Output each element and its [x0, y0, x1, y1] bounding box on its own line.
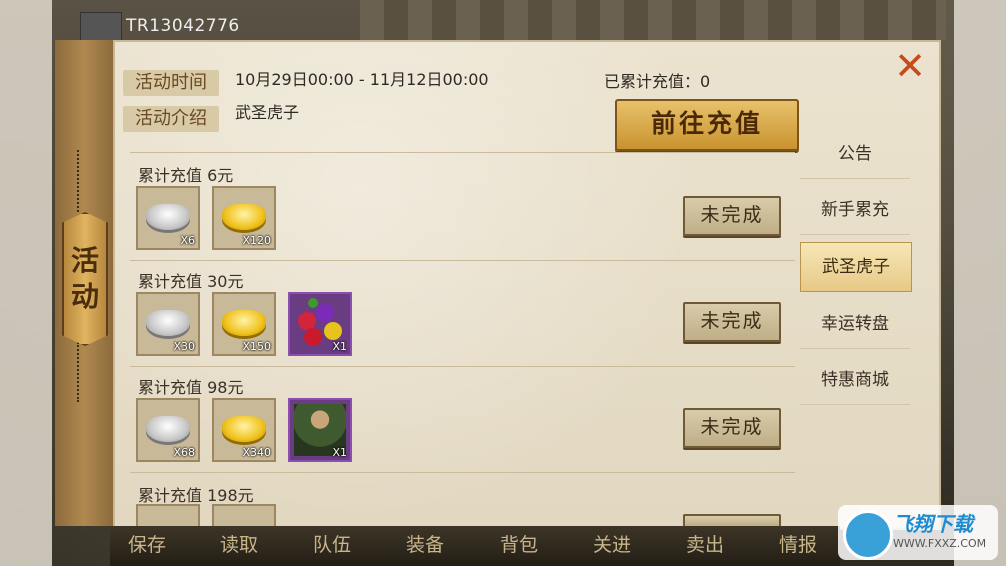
- menu-bag[interactable]: 背包: [500, 530, 538, 557]
- row-title: 累计充值 6元: [138, 166, 234, 185]
- watermark-logo-icon: [843, 510, 893, 560]
- player-avatar[interactable]: [80, 12, 122, 42]
- reward-slot[interactable]: X340: [212, 398, 276, 462]
- reward-slot[interactable]: X30: [136, 292, 200, 356]
- status-button[interactable]: [683, 514, 781, 526]
- menu-intel[interactable]: 情报: [779, 530, 817, 557]
- close-icon[interactable]: ✕: [890, 47, 930, 85]
- chain-bottom: [77, 342, 91, 402]
- reward-slot[interactable]: X6: [136, 186, 200, 250]
- activity-tab-char-1: 活: [70, 244, 99, 277]
- row-divider: [130, 152, 795, 153]
- menu-team[interactable]: 队伍: [313, 530, 351, 557]
- reward-slot[interactable]: X1: [288, 292, 352, 356]
- reward-qty: X30: [173, 340, 195, 353]
- chain-top: [77, 150, 91, 212]
- watermark-url: WWW.FXXZ.COM: [893, 537, 987, 550]
- silver-ingot-icon: [146, 416, 190, 442]
- gold-ingot-icon: [222, 310, 266, 336]
- reward-qty: X1: [332, 340, 347, 353]
- scene-left-edge: [0, 0, 52, 566]
- menu-sell[interactable]: 卖出: [686, 530, 724, 557]
- reward-slot[interactable]: [136, 504, 200, 526]
- reward-slot[interactable]: X120: [212, 186, 276, 250]
- go-recharge-button[interactable]: 前往充值: [615, 99, 799, 151]
- reward-qty: X340: [242, 446, 271, 459]
- reward-qty: X120: [242, 234, 271, 247]
- incomplete-button[interactable]: 未完成: [683, 196, 781, 236]
- row-divider: [130, 472, 795, 473]
- reward-qty: X150: [242, 340, 271, 353]
- player-id: TR13042776: [126, 16, 240, 36]
- activity-intro-value: 武圣虎子: [235, 103, 300, 122]
- row-divider: [130, 366, 795, 367]
- nav-special-shop[interactable]: 特惠商城: [800, 356, 910, 405]
- activity-time-label: 活动时间: [123, 70, 219, 96]
- accumulated-recharge: 已累计充值：0: [604, 72, 711, 91]
- incomplete-button[interactable]: 未完成: [683, 302, 781, 342]
- silver-ingot-icon: [146, 204, 190, 230]
- nav-lucky-wheel[interactable]: 幸运转盘: [800, 300, 910, 349]
- reward-slot[interactable]: [212, 504, 276, 526]
- silver-ingot-icon: [146, 310, 190, 336]
- scene-roof: [360, 0, 946, 40]
- row-title: 累计充值 30元: [138, 272, 244, 291]
- nav-wusheng-huzi[interactable]: 武圣虎子: [800, 242, 912, 292]
- activity-tab-char-2: 动: [70, 280, 99, 313]
- reward-qty: X68: [173, 446, 195, 459]
- incomplete-button[interactable]: 未完成: [683, 408, 781, 448]
- activity-time-value: 10月29日00:00 - 11月12日00:00: [235, 70, 489, 89]
- reward-slot[interactable]: X1: [288, 398, 352, 462]
- row-divider: [130, 260, 795, 261]
- activity-intro-label: 活动介绍: [123, 106, 219, 132]
- gold-ingot-icon: [222, 204, 266, 230]
- reward-qty: X1: [332, 446, 347, 459]
- menu-load[interactable]: 读取: [220, 530, 258, 557]
- reward-slot[interactable]: X68: [136, 398, 200, 462]
- menu-save[interactable]: 保存: [128, 530, 166, 557]
- watermark-title: 飞翔下载: [893, 512, 973, 536]
- nav-newbie-recharge[interactable]: 新手累充: [800, 186, 910, 235]
- menu-enter[interactable]: 关进: [593, 530, 631, 557]
- reward-slot[interactable]: X150: [212, 292, 276, 356]
- row-title: 累计充值 98元: [138, 378, 244, 397]
- menu-equipment[interactable]: 装备: [406, 530, 444, 557]
- activity-tab[interactable]: 活 动: [62, 212, 108, 346]
- gold-ingot-icon: [222, 416, 266, 442]
- scene-right-edge: [954, 0, 1006, 566]
- reward-qty: X6: [180, 234, 195, 247]
- row-title: 累计充值 198元: [138, 486, 254, 505]
- nav-announcement[interactable]: 公告: [800, 130, 910, 179]
